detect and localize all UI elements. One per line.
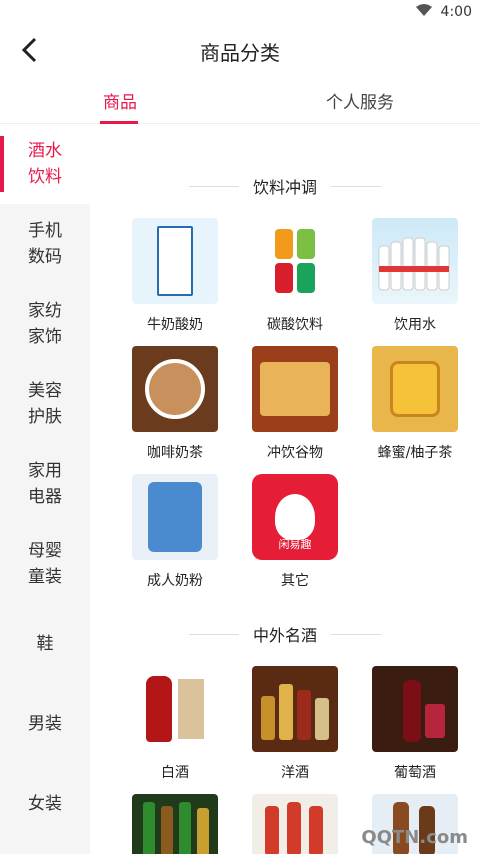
coffee-cup-icon xyxy=(132,346,218,432)
subcategory-cereal[interactable]: 冲饮谷物 xyxy=(236,346,354,464)
wine-bottle-icon xyxy=(372,666,458,752)
sidebar-item-label: 手机数码 xyxy=(28,221,62,267)
header: 商品分类 xyxy=(0,24,480,78)
subcategory-water[interactable]: 饮用水 xyxy=(356,218,474,336)
divider xyxy=(188,185,239,187)
sidebar-item-shoes[interactable]: 鞋 xyxy=(0,604,90,684)
tab-goods[interactable]: 商品 xyxy=(0,78,240,124)
subcategory-red-bottles[interactable] xyxy=(236,794,354,854)
subcategory-coffee[interactable]: 咖啡奶茶 xyxy=(116,346,234,464)
other-badge-text: 闲易趣 xyxy=(278,538,312,551)
subcategory-wine[interactable]: 葡萄酒 xyxy=(356,666,474,784)
section-title-liquor: 中外名酒 xyxy=(90,602,480,666)
page-title: 商品分类 xyxy=(200,40,280,65)
sidebar-item-label: 酒水饮料 xyxy=(28,141,62,187)
sidebar-item-womenswear[interactable]: 女装 xyxy=(0,764,90,844)
subcategory-label: 饮用水 xyxy=(394,317,436,333)
section-title-drinks: 饮料冲调 xyxy=(90,154,480,218)
subcategory-honey[interactable]: 蜂蜜/柚子茶 xyxy=(356,346,474,464)
subcategory-label: 葡萄酒 xyxy=(394,765,436,781)
sidebar-item-baby[interactable]: 母婴童装 xyxy=(0,524,90,604)
sidebar-item-beauty[interactable]: 美容护肤 xyxy=(0,364,90,444)
subcategory-foreign-liquor[interactable]: 洋酒 xyxy=(236,666,354,784)
category-sidebar: 酒水饮料 手机数码 家纺家饰 美容护肤 家用电器 母婴童装 鞋 男装 女装 xyxy=(0,124,90,854)
watermark: QQTN.com xyxy=(361,827,468,848)
sidebar-item-home-textile[interactable]: 家纺家饰 xyxy=(0,284,90,364)
wifi-icon xyxy=(415,3,433,21)
subcategory-label: 咖啡奶茶 xyxy=(147,445,203,461)
tab-personal-service-label: 个人服务 xyxy=(326,93,394,113)
subcategory-label: 牛奶酸奶 xyxy=(147,317,203,333)
sidebar-item-label: 家纺家饰 xyxy=(28,301,62,347)
subcategory-grid-liquor: 白酒 洋酒 葡萄酒 xyxy=(90,666,480,854)
chevron-left-icon xyxy=(21,37,37,63)
divider xyxy=(188,633,239,635)
sidebar-item-drinks[interactable]: 酒水饮料 xyxy=(0,124,90,204)
subcategory-label: 成人奶粉 xyxy=(147,573,203,589)
divider xyxy=(331,185,381,187)
subcategory-label: 蜂蜜/柚子茶 xyxy=(377,445,453,461)
subcategory-soda[interactable]: 碳酸饮料 xyxy=(236,218,354,336)
divider xyxy=(331,633,381,635)
sidebar-item-label: 美容护肤 xyxy=(28,381,62,427)
tab-bar: 商品 个人服务 xyxy=(0,78,480,124)
sidebar-item-label: 鞋 xyxy=(36,634,54,654)
cereal-drink-icon xyxy=(252,346,338,432)
sidebar-item-label: 家用电器 xyxy=(28,461,62,507)
liquor-bottles-icon xyxy=(252,666,338,752)
subcategory-milk[interactable]: 牛奶酸奶 xyxy=(116,218,234,336)
subcategory-milk-powder[interactable]: 成人奶粉 xyxy=(116,474,234,592)
sidebar-item-label: 女装 xyxy=(28,794,62,814)
subcategory-grid-drinks: 牛奶酸奶 碳酸饮料 饮用水 咖啡奶茶 冲饮谷物 蜂蜜/柚子茶 成人奶粉 闲易趣 … xyxy=(90,218,480,592)
subcategory-baijiu[interactable]: 白酒 xyxy=(116,666,234,784)
back-button[interactable] xyxy=(14,34,46,66)
subcategory-label: 其它 xyxy=(281,573,309,589)
section-title-text: 饮料冲调 xyxy=(252,178,317,197)
tab-goods-label: 商品 xyxy=(103,93,137,113)
bunny-app-icon: 闲易趣 xyxy=(252,474,338,560)
sidebar-item-label: 男装 xyxy=(28,714,62,734)
sidebar-item-digital[interactable]: 手机数码 xyxy=(0,204,90,284)
status-time: 4:00 xyxy=(440,4,472,20)
baijiu-bottle-icon xyxy=(132,666,218,752)
milk-carton-icon xyxy=(132,218,218,304)
subcategory-label: 白酒 xyxy=(161,765,189,781)
sidebar-item-appliances[interactable]: 家用电器 xyxy=(0,444,90,524)
honey-jar-icon xyxy=(372,346,458,432)
subcategory-label: 冲饮谷物 xyxy=(267,445,323,461)
category-content: 饮料冲调 牛奶酸奶 碳酸饮料 饮用水 咖啡奶茶 冲饮谷物 蜂蜜/柚子茶 成人奶粉… xyxy=(90,124,480,854)
tab-personal-service[interactable]: 个人服务 xyxy=(240,78,480,123)
sidebar-item-label: 母婴童装 xyxy=(28,541,62,587)
water-bottles-icon xyxy=(372,218,458,304)
red-bottles-icon xyxy=(252,794,338,854)
sidebar-item-menswear[interactable]: 男装 xyxy=(0,684,90,764)
subcategory-beer[interactable] xyxy=(116,794,234,854)
subcategory-label: 洋酒 xyxy=(281,765,309,781)
subcategory-other[interactable]: 闲易趣 其它 xyxy=(236,474,354,592)
milk-powder-can-icon xyxy=(132,474,218,560)
section-title-text: 中外名酒 xyxy=(252,626,317,645)
soda-cans-icon xyxy=(252,218,338,304)
status-bar: 4:00 xyxy=(0,0,480,24)
beer-bottles-icon xyxy=(132,794,218,854)
subcategory-label: 碳酸饮料 xyxy=(267,317,323,333)
